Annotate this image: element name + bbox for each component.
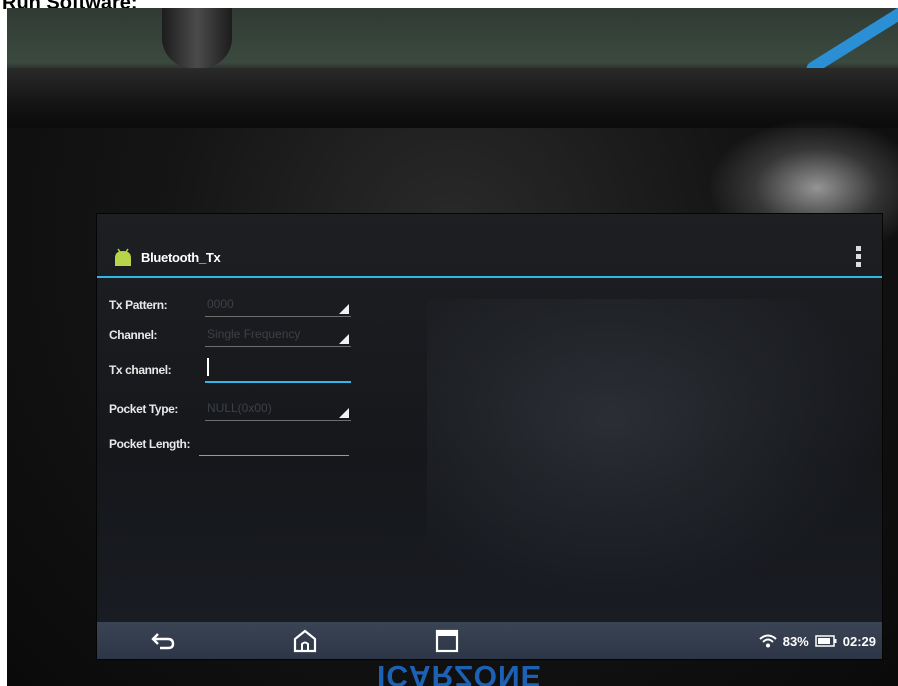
back-icon — [151, 633, 175, 650]
screen-reflection — [427, 299, 882, 599]
channel-value: Single Frequency — [207, 327, 301, 341]
home-icon — [293, 629, 317, 653]
pocket-length-field[interactable] — [199, 431, 353, 456]
tx-pattern-spinner[interactable]: 0000 — [205, 294, 351, 317]
device-screen: Bluetooth_Tx Tx Pattern: 0000 Channel: S… — [96, 213, 883, 660]
channel-row: Channel: Single Frequency — [97, 322, 397, 350]
recents-button[interactable] — [433, 628, 461, 654]
pocket-type-row: Pocket Type: NULL(0x00) — [97, 396, 397, 424]
channel-spinner[interactable]: Single Frequency — [205, 324, 351, 347]
tx-pattern-row: Tx Pattern: 0000 — [97, 292, 397, 320]
tx-pattern-value: 0000 — [207, 297, 234, 311]
home-button[interactable] — [291, 628, 319, 654]
spinner-arrow-icon — [339, 334, 349, 344]
device-photo: Bluetooth_Tx Tx Pattern: 0000 Channel: S… — [7, 8, 898, 686]
blue-cable — [804, 8, 898, 77]
back-button[interactable] — [149, 628, 177, 654]
tx-channel-label: Tx channel: — [109, 363, 172, 377]
action-bar: Bluetooth_Tx — [97, 242, 882, 278]
battery-percent: 83% — [782, 633, 809, 649]
pocket-type-spinner[interactable]: NULL(0x00) — [205, 398, 351, 421]
spinner-arrow-icon — [339, 304, 349, 314]
tx-channel-input[interactable] — [205, 357, 355, 381]
android-icon — [115, 248, 131, 266]
pocket-type-value: NULL(0x00) — [207, 401, 272, 415]
spinner-arrow-icon — [339, 408, 349, 418]
tx-channel-field[interactable] — [205, 357, 355, 383]
status-time: 02:29 — [842, 633, 876, 649]
text-cursor — [207, 358, 209, 376]
brand-logo: ICARZONE — [377, 659, 542, 686]
recents-icon — [435, 629, 459, 653]
tx-pattern-label: Tx Pattern: — [109, 298, 168, 312]
usb-cable — [162, 8, 232, 68]
pocket-length-label: Pocket Length: — [109, 437, 191, 451]
channel-label: Channel: — [109, 328, 158, 342]
status-area: 83% 02:29 — [759, 632, 876, 650]
pocket-type-label: Pocket Type: — [109, 402, 178, 416]
navigation-bar: 83% 02:29 — [97, 622, 882, 659]
overflow-menu-icon[interactable] — [856, 246, 862, 268]
tx-channel-row: Tx channel: — [97, 357, 397, 385]
pocket-length-row: Pocket Length: — [97, 431, 397, 459]
app-title: Bluetooth_Tx — [141, 250, 221, 265]
battery-icon — [815, 635, 837, 647]
wifi-icon — [759, 634, 777, 648]
pocket-length-input[interactable] — [199, 431, 353, 455]
